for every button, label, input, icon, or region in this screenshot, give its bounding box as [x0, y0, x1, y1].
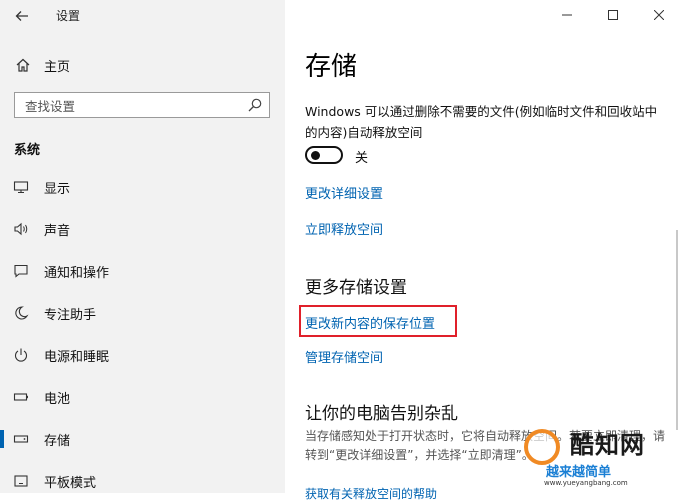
- sidebar-item-sound[interactable]: 声音: [0, 208, 285, 250]
- sidebar-item-label: 存储: [44, 433, 71, 449]
- sidebar-item-focus-assist[interactable]: 专注助手: [0, 292, 285, 334]
- sidebar-item-label: 声音: [44, 223, 71, 239]
- watermark-subtitle: 越来越简单: [546, 465, 612, 480]
- sidebar-item-notifications[interactable]: 通知和操作: [0, 250, 285, 292]
- home-icon: [14, 56, 32, 74]
- maximize-button[interactable]: [590, 0, 636, 30]
- declutter-heading: 让你的电脑告别杂乱: [305, 404, 458, 424]
- sidebar-item-label: 通知和操作: [44, 265, 110, 281]
- title-bar: 设置: [0, 0, 285, 32]
- battery-icon: [12, 388, 30, 406]
- watermark-url: www.yueyangbang.com: [544, 479, 628, 487]
- minimize-button[interactable]: [544, 0, 590, 30]
- search-icon[interactable]: [247, 97, 263, 113]
- sidebar-item-label: 电源和睡眠: [44, 349, 110, 365]
- storage-sense-description: Windows 可以通过删除不需要的文件(例如临时文件和回收站中的内容)自动释放…: [305, 104, 658, 140]
- search-input[interactable]: [23, 94, 247, 118]
- sidebar-item-storage[interactable]: 存储: [0, 418, 285, 460]
- watermark-title: 酷知网: [570, 431, 645, 459]
- sidebar-item-tablet-mode[interactable]: 平板模式: [0, 460, 285, 502]
- change-save-location-link[interactable]: 更改新内容的保存位置: [305, 313, 435, 332]
- back-arrow-icon: [15, 11, 28, 21]
- sidebar-item-label: 专注助手: [44, 307, 97, 323]
- nav-home[interactable]: 主页: [0, 52, 285, 78]
- storage-sense-toggle[interactable]: [305, 146, 343, 164]
- more-help-link[interactable]: 获取有关释放空间的帮助: [305, 485, 437, 502]
- free-space-now-link[interactable]: 立即释放空间: [305, 219, 383, 238]
- sidebar-item-label: 显示: [44, 181, 71, 197]
- tablet-icon: [12, 472, 30, 490]
- scrollbar[interactable]: [676, 230, 678, 430]
- close-icon: [654, 10, 664, 20]
- more-storage-settings-heading: 更多存储设置: [305, 278, 407, 298]
- monitor-icon: [12, 178, 30, 196]
- app-title: 设置: [56, 9, 81, 23]
- watermark-logo: [524, 429, 560, 465]
- watermark: 酷知网 越来越简单 www.yueyangbang.com: [506, 421, 682, 493]
- main-content: 存储 Windows 可以通过删除不需要的文件(例如临时文件和回收站中的内容)自…: [285, 0, 682, 501]
- sidebar-item-label: 电池: [44, 391, 71, 407]
- page-title: 存储: [305, 52, 358, 82]
- nav-home-label: 主页: [44, 59, 71, 75]
- section-label: 系统: [14, 143, 41, 158]
- search-box[interactable]: [14, 92, 270, 118]
- toggle-knob: [311, 151, 320, 160]
- window-controls: [544, 0, 682, 30]
- speaker-icon: [12, 220, 30, 238]
- sidebar-item-label: 平板模式: [44, 475, 97, 491]
- back-button[interactable]: [12, 6, 32, 26]
- minimize-icon: [562, 14, 572, 16]
- notification-icon: [12, 262, 30, 280]
- sidebar-item-display[interactable]: 显示: [0, 166, 285, 208]
- storage-icon: [12, 430, 30, 448]
- nav-list: 显示 声音 通知和操作 专注助手 电源和睡眠 电池 存储 平板模式: [0, 166, 285, 502]
- power-icon: [12, 346, 30, 364]
- moon-icon: [12, 304, 30, 322]
- toggle-state-label: 关: [355, 151, 369, 166]
- maximize-icon: [608, 10, 618, 20]
- close-button[interactable]: [636, 0, 682, 30]
- sidebar-item-battery[interactable]: 电池: [0, 376, 285, 418]
- manage-storage-spaces-link[interactable]: 管理存储空间: [305, 347, 383, 366]
- sidebar-item-power-sleep[interactable]: 电源和睡眠: [0, 334, 285, 376]
- sidebar: 设置 主页 系统 显示 声音 通知和操作 专注助手 电源和睡眠: [0, 0, 285, 493]
- change-settings-link[interactable]: 更改详细设置: [305, 183, 383, 202]
